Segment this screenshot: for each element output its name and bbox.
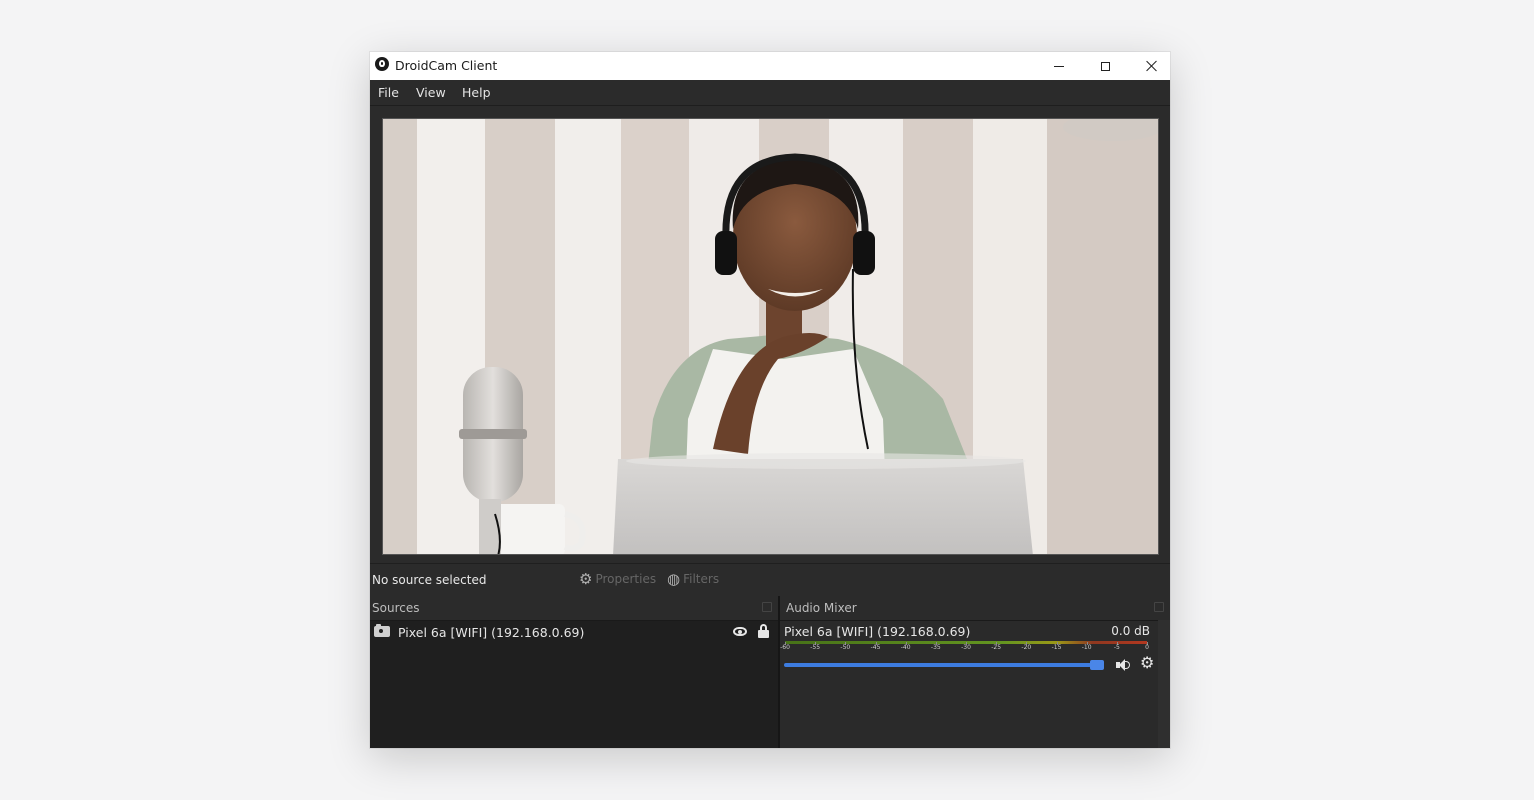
- close-button[interactable]: [1128, 52, 1174, 80]
- window-title: DroidCam Client: [395, 58, 498, 73]
- meter-tick-label: -30: [961, 644, 971, 651]
- app-icon: [375, 57, 389, 71]
- sources-dock: Sources Pixel 6a [WIFI] (192.168.0.69): [370, 596, 780, 748]
- meter-tick-label: -50: [840, 644, 851, 651]
- filters-label: Filters: [683, 572, 720, 586]
- laptop: [613, 459, 1033, 554]
- source-item[interactable]: Pixel 6a [WIFI] (192.168.0.69): [370, 622, 778, 642]
- mug-handle: [563, 511, 586, 552]
- right-earcup: [853, 231, 875, 275]
- source-status: No source selected: [372, 573, 487, 587]
- settings-gear-icon[interactable]: ⚙: [1140, 655, 1154, 671]
- mic-ring: [459, 429, 527, 439]
- meter-tick-label: 0: [1145, 644, 1149, 651]
- menu-file[interactable]: File: [378, 85, 399, 100]
- mixer-header: Audio Mixer: [780, 596, 1170, 621]
- lock-icon[interactable]: [758, 624, 769, 638]
- menu-bar: File View Help: [370, 80, 1170, 106]
- filters-button[interactable]: ◍ Filters: [667, 570, 720, 588]
- meter-tick-label: -35: [930, 644, 941, 651]
- droidcam-window: DroidCam Client File View Help No source…: [370, 52, 1170, 748]
- volume-slider[interactable]: [784, 663, 1096, 667]
- title-bar[interactable]: DroidCam Client: [370, 52, 1170, 80]
- minimize-button[interactable]: [1036, 52, 1082, 80]
- laptop-edge: [626, 453, 1026, 469]
- eye-icon[interactable]: [733, 627, 747, 636]
- source-item-label: Pixel 6a [WIFI] (192.168.0.69): [398, 625, 585, 640]
- close-icon: [1145, 60, 1157, 72]
- meter-tick-label: -25: [991, 644, 1002, 651]
- properties-label: Properties: [595, 572, 657, 586]
- left-earcup: [715, 231, 737, 275]
- meter-tick-label: -55: [810, 644, 821, 651]
- mug: [495, 504, 565, 554]
- sources-title: Sources: [372, 601, 420, 615]
- meter-ticks: -60 -55 -50 -45 -40 -35 -30 -25 -20 -15 -10 -5 0: [780, 642, 1149, 654]
- float-dock-icon[interactable]: [762, 602, 772, 612]
- mixer-db-value: 0.0 dB: [1111, 624, 1150, 638]
- sources-header: Sources: [370, 596, 778, 621]
- menu-help[interactable]: Help: [462, 85, 491, 100]
- mixer-source-label: Pixel 6a [WIFI] (192.168.0.69): [784, 624, 971, 639]
- meter-tick-label: -15: [1051, 644, 1062, 651]
- maximize-icon: [1100, 61, 1110, 71]
- source-controls-bar: No source selected ⚙ Properties ◍ Filter…: [370, 563, 1170, 595]
- float-dock-icon[interactable]: [1154, 602, 1164, 612]
- preview-area: [370, 106, 1170, 616]
- meter-tick-label: -20: [1021, 644, 1032, 651]
- meter-tick-label: -60: [780, 644, 790, 651]
- video-preview[interactable]: [382, 118, 1159, 555]
- meter-tick-label: -5: [1113, 644, 1120, 651]
- speaker-icon[interactable]: [1115, 657, 1131, 673]
- mixer-title: Audio Mixer: [786, 601, 857, 615]
- preview-scene: [459, 119, 1158, 554]
- audio-mixer-dock: Audio Mixer Pixel 6a [WIFI] (192.168.0.6…: [780, 596, 1170, 748]
- volume-slider-handle[interactable]: [1090, 660, 1104, 670]
- meter-tick-label: -10: [1081, 644, 1092, 651]
- menu-view[interactable]: View: [416, 85, 446, 100]
- meter-tick-label: -45: [870, 644, 881, 651]
- filters-icon: ◍: [667, 570, 681, 588]
- gear-icon: ⚙: [579, 570, 593, 588]
- meter-tick-label: -40: [900, 644, 911, 651]
- ceiling-lamp: [1063, 119, 1158, 141]
- camera-icon: [374, 624, 390, 637]
- maximize-button[interactable]: [1082, 52, 1128, 80]
- mixer-scrollbar[interactable]: [1158, 620, 1170, 748]
- properties-button[interactable]: ⚙ Properties: [579, 570, 657, 588]
- minimize-icon: [1054, 65, 1064, 67]
